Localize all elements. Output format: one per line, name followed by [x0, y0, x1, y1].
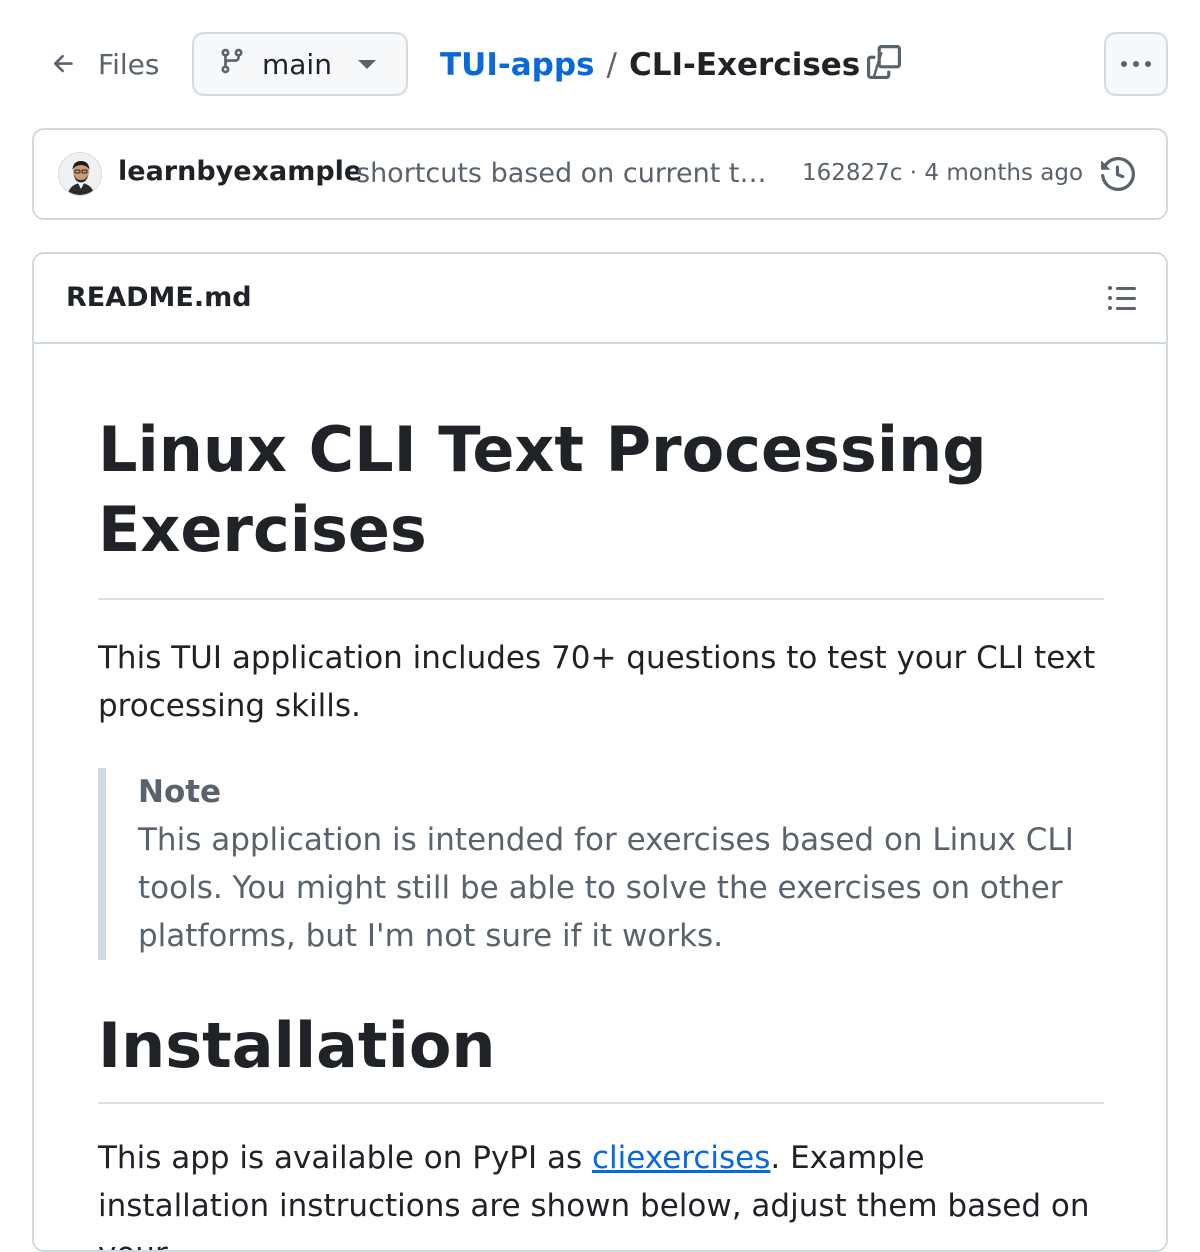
readme-header: README.md — [34, 254, 1166, 344]
avatar[interactable] — [58, 152, 102, 196]
branch-name: main — [262, 47, 332, 81]
breadcrumb: TUI-apps / CLI-Exercises / — [440, 40, 895, 90]
pypi-package-link[interactable]: cliexercises — [592, 1140, 770, 1176]
list-icon — [1106, 282, 1138, 318]
copy-icon — [867, 45, 901, 83]
meta-separator: · — [902, 160, 925, 186]
readme-filename: README.md — [66, 282, 252, 313]
history-icon — [1101, 156, 1136, 195]
commit-history-button[interactable] — [1096, 154, 1140, 198]
git-branch-icon — [218, 47, 246, 82]
breadcrumb-repo-link[interactable]: TUI-apps — [440, 47, 594, 83]
commit-author-link[interactable]: learnbyexample — [118, 156, 362, 187]
readme-title: Linux CLI Text Processing Exercises — [98, 346, 1104, 600]
note-title: Note — [138, 774, 222, 810]
readme-content: Linux CLI Text Processing Exercises This… — [98, 346, 1104, 1250]
commit-meta: 162827c · 4 months ago — [802, 160, 1083, 186]
note-callout: Note This application is intended for ex… — [98, 768, 1104, 960]
installation-text: This app is available on PyPI as cliexer… — [98, 1134, 1104, 1250]
commit-message-link[interactable]: shortcuts based on current tab, minor ch… — [356, 158, 780, 189]
files-label: Files — [98, 47, 160, 81]
install-text-before: This app is available on PyPI as — [98, 1140, 593, 1176]
caret-down-icon — [358, 60, 376, 69]
breadcrumb-current-folder: CLI-Exercises — [628, 47, 861, 83]
latest-commit-bar: learnbyexample shortcuts based on curren… — [32, 128, 1168, 220]
copy-path-button[interactable] — [862, 42, 906, 86]
files-back-link[interactable]: Files — [50, 44, 159, 84]
kebab-icon — [1121, 61, 1127, 67]
branch-selector-button[interactable]: main — [192, 32, 408, 96]
arrow-left-icon — [50, 50, 78, 78]
breadcrumb-separator: / — [606, 47, 617, 83]
outline-button[interactable] — [1102, 280, 1142, 320]
more-options-button[interactable] — [1104, 32, 1168, 96]
readme-panel: README.md Linux CLI Text Processing Exer… — [32, 252, 1168, 1252]
commit-age: 4 months ago — [924, 160, 1084, 186]
top-bar: Files main TUI-apps / CLI-Exercises / — [0, 0, 1200, 128]
installation-heading: Installation — [98, 1006, 1104, 1104]
note-text: This application is intended for exercis… — [138, 822, 1074, 954]
commit-sha-link[interactable]: 162827c — [802, 160, 902, 186]
readme-intro: This TUI application includes 70+ questi… — [98, 640, 1096, 724]
